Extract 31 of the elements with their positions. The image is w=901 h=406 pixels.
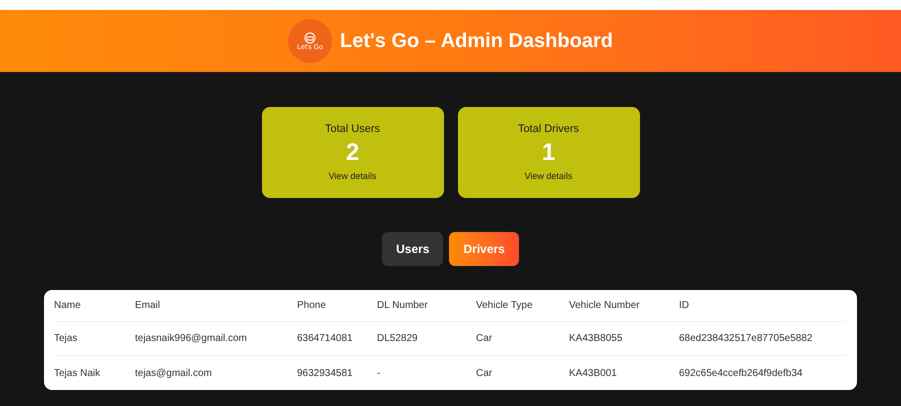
tab[interactable]: Users — [382, 232, 444, 266]
table-cell-text: Tejas — [54, 332, 78, 346]
column-header: Vehicle Number — [569, 299, 641, 313]
stat-value: 1 — [542, 138, 556, 168]
page-title: Let's Go – Admin Dashboard — [340, 29, 613, 54]
table-cell-text: 9632934581 — [297, 366, 354, 380]
table-cell-text: 6364714081 — [297, 332, 354, 346]
stat-card[interactable]: Total Drivers 1 View details — [458, 107, 640, 198]
column-header: ID — [679, 299, 690, 313]
table-cell-text: 692c65e4ccefb264f9defb34 — [679, 366, 804, 380]
view-details-link[interactable]: View details — [524, 170, 572, 183]
stat-value: 2 — [346, 138, 360, 168]
table-cell-text: Tejas Naik — [54, 366, 102, 380]
column-header: Name — [54, 299, 82, 313]
table-cell-text: KA43B001 — [569, 366, 618, 380]
column-header: Email — [135, 299, 162, 313]
column-header: DL Number — [377, 299, 429, 313]
table-cell-text: 68ed238432517e87705e5882 — [679, 332, 814, 346]
stat-label: Total Drivers — [518, 122, 580, 137]
table-cell-text: Car — [476, 332, 494, 346]
column-header: Phone — [297, 299, 327, 313]
table-cell-text: Car — [476, 366, 494, 380]
stat-card[interactable]: Total Users 2 View details — [262, 107, 444, 198]
table-cell-text: KA43B8055 — [569, 332, 624, 346]
view-details-link[interactable]: View details — [328, 170, 376, 183]
table-cell-text: tejas@gmail.com — [135, 366, 213, 380]
table-cell-text: tejasnaik996@gmail.com — [135, 332, 248, 346]
table-cell-text: DL52829 — [377, 332, 419, 346]
table-cell-text: - — [377, 366, 382, 380]
stat-label: Total Users — [324, 122, 380, 137]
column-header: Vehicle Type — [476, 299, 534, 313]
